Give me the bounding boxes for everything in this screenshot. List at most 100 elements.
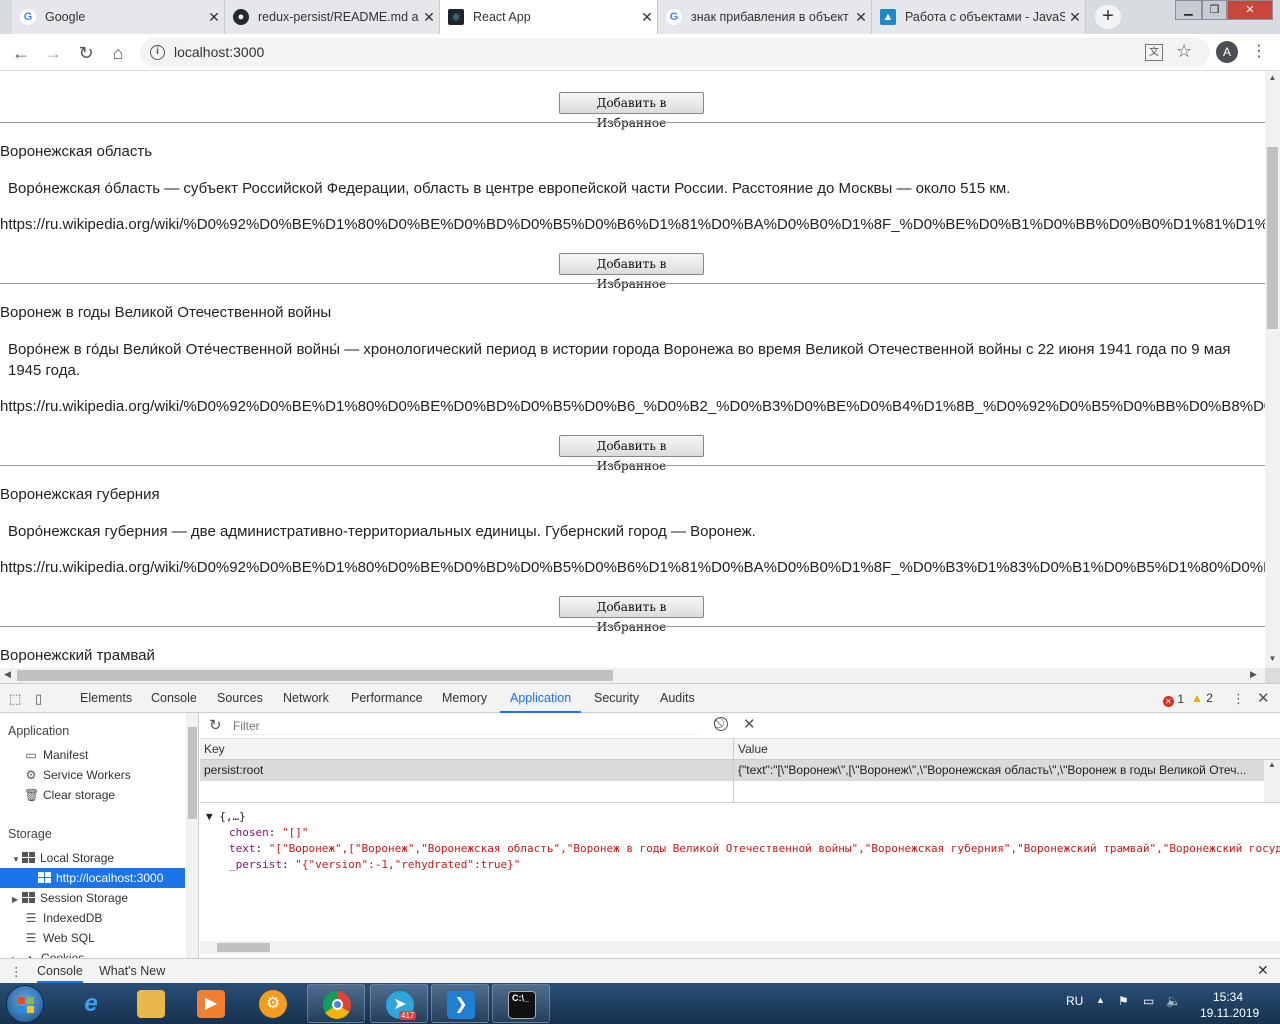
error-count-badge[interactable]: ✕ 1 (1163, 692, 1184, 707)
sidebar-scrollbar[interactable] (186, 713, 198, 959)
browser-tab-javascript-info[interactable]: ▲ Работа с объектами - JavaS ✕ (872, 0, 1086, 34)
sidebar-item-local-storage[interactable]: ▼ Local Storage (0, 848, 185, 868)
profile-avatar[interactable]: A (1216, 41, 1238, 63)
sidebar-item-web-sql[interactable]: ☰ Web SQL (0, 928, 185, 948)
scrollbar-thumb[interactable] (1267, 147, 1278, 329)
filter-input[interactable] (231, 717, 697, 735)
sidebar-item-localhost-origin[interactable]: http://localhost:3000 (0, 868, 185, 888)
volume-icon[interactable]: 🔈 (1166, 994, 1181, 1008)
expand-triangle-icon[interactable]: ▼ (12, 850, 22, 870)
forward-arrow-icon[interactable]: → (41, 41, 65, 65)
close-window-button[interactable]: ✕ (1227, 0, 1273, 20)
maximize-window-button[interactable]: ❐ (1202, 0, 1227, 20)
scroll-down-arrow-icon[interactable]: ▼ (1265, 654, 1280, 663)
preview-horizontal-scrollbar[interactable] (200, 941, 1280, 954)
site-info-icon[interactable]: i (150, 45, 165, 60)
close-icon[interactable]: ✕ (851, 9, 871, 26)
clear-all-icon[interactable]: ⃠ (714, 717, 728, 731)
preview-root[interactable]: ▼ {,…} (206, 809, 1280, 825)
browser-tab-github[interactable]: ● redux-persist/README.md a ✕ (225, 0, 440, 34)
refresh-icon[interactable]: ↻ (209, 716, 222, 734)
address-url[interactable]: localhost:3000 (174, 44, 264, 60)
taskbar-command-prompt[interactable]: C:\_ (492, 984, 550, 1023)
reload-icon[interactable]: ↻ (74, 41, 98, 65)
column-divider[interactable] (733, 739, 734, 803)
scroll-right-arrow-icon[interactable]: ▶ (1250, 669, 1257, 680)
add-to-favorites-button[interactable]: Добавить в Избранное (559, 253, 704, 291)
grid-scrollbar[interactable]: ▲ (1264, 760, 1280, 803)
browser-menu-icon[interactable]: ⋮ (1251, 41, 1267, 61)
sidebar-item-session-storage[interactable]: ▶ Session Storage (0, 888, 185, 908)
sidebar-item-clear-storage[interactable]: 🗑 Clear storage (0, 785, 185, 805)
storage-value-cell[interactable]: {"text":"[\"Воронеж\",[\"Воронеж\",\"Вор… (738, 763, 1258, 777)
language-indicator[interactable]: RU (1066, 994, 1083, 1008)
page-vertical-scrollbar[interactable]: ▲ ▼ (1265, 71, 1280, 668)
taskbar-file-explorer[interactable] (122, 984, 180, 1023)
add-to-favorites-button[interactable]: Добавить в Избранное (559, 596, 704, 634)
close-devtools-icon[interactable]: ✕ (1257, 689, 1270, 707)
close-icon[interactable]: ✕ (637, 9, 657, 26)
storage-key-cell[interactable]: persist:root (204, 763, 263, 777)
devtools-tab-network[interactable]: Network (283, 684, 329, 713)
new-tab-button[interactable]: + (1095, 5, 1121, 29)
scrollbar-thumb[interactable] (217, 943, 270, 952)
taskbar-chrome[interactable] (307, 984, 365, 1023)
devtools-tab-console[interactable]: Console (151, 684, 197, 713)
back-arrow-icon[interactable]: ← (9, 41, 33, 65)
taskbar-gear-app[interactable]: ⚙ (244, 984, 302, 1023)
drawer-tab-console[interactable]: Console (37, 964, 83, 983)
column-header-value[interactable]: Value (738, 742, 768, 756)
close-icon[interactable]: ✕ (1065, 9, 1085, 26)
page-horizontal-scrollbar[interactable]: ◀ ▶ (0, 668, 1265, 683)
column-header-key[interactable]: Key (204, 742, 225, 756)
close-drawer-icon[interactable]: ✕ (1257, 962, 1269, 979)
sidebar-item-service-workers[interactable]: ⚙ Service Workers (0, 765, 185, 785)
grid-divider[interactable] (200, 802, 1280, 803)
devtools-tab-elements[interactable]: Elements (80, 684, 132, 713)
network-icon[interactable]: ▭ (1143, 994, 1154, 1008)
scrollbar-thumb[interactable] (17, 670, 613, 681)
scroll-up-arrow-icon[interactable]: ▲ (1265, 73, 1280, 82)
minimize-window-button[interactable]: ▁ (1175, 0, 1202, 20)
clock-time[interactable]: 15:34 (1213, 990, 1243, 1004)
taskbar-media-player[interactable]: ▶ (182, 984, 240, 1023)
inspect-element-icon[interactable]: ⬚ (9, 691, 21, 707)
drawer-tab-whats-new[interactable]: What's New (99, 964, 165, 978)
device-toolbar-icon[interactable]: ▯ (35, 691, 42, 707)
devtools-tab-sources[interactable]: Sources (217, 684, 263, 713)
sidebar-item-indexeddb[interactable]: ☰ IndexedDB (0, 908, 185, 928)
home-icon[interactable]: ⌂ (106, 41, 130, 65)
delete-selected-icon[interactable]: ✕ (743, 715, 756, 733)
devtools-menu-icon[interactable]: ⋮ (1232, 691, 1245, 707)
taskbar-vscode[interactable]: ❯ (431, 984, 489, 1023)
close-icon[interactable]: ✕ (204, 9, 224, 26)
add-to-favorites-button[interactable]: Добавить в Избранное (559, 92, 704, 130)
start-button[interactable] (6, 985, 44, 1023)
devtools-tab-memory[interactable]: Memory (442, 684, 487, 713)
collapse-triangle-icon[interactable]: ▶ (12, 890, 22, 910)
close-icon[interactable]: ✕ (419, 9, 439, 26)
devtools-tab-security[interactable]: Security (594, 684, 639, 713)
clock-date[interactable]: 19.11.2019 (1200, 1006, 1259, 1020)
sidebar-item-manifest[interactable]: ▭ Manifest (0, 745, 185, 765)
address-bar[interactable]: i localhost:3000 文 ☆ (140, 38, 1210, 67)
warning-count-badge[interactable]: ▲ 2 (1191, 691, 1213, 705)
browser-tab-google[interactable]: G Google ✕ (12, 0, 225, 34)
table-row[interactable]: persist:root {"text":"[\"Воронеж\",[\"Во… (200, 760, 1264, 781)
show-hidden-icons-icon[interactable]: ▲ (1096, 995, 1105, 1005)
browser-tab-react-app[interactable]: ⚛ React App ✕ (440, 0, 658, 34)
bookmark-star-icon[interactable]: ☆ (1176, 41, 1192, 62)
taskbar-telegram[interactable]: ➤ 417 (370, 984, 428, 1023)
devtools-tab-application[interactable]: Application (500, 684, 582, 713)
action-center-flag-icon[interactable]: ⚑ (1118, 994, 1129, 1008)
taskbar-internet-explorer[interactable]: e (62, 984, 120, 1023)
scroll-left-arrow-icon[interactable]: ◀ (4, 669, 11, 680)
add-to-favorites-button[interactable]: Добавить в Избранное (559, 435, 704, 473)
browser-tab-google-search[interactable]: G знак прибавления в объект ✕ (658, 0, 872, 34)
scrollbar-thumb[interactable] (188, 727, 197, 819)
translate-icon[interactable]: 文 (1145, 44, 1163, 61)
devtools-tab-performance[interactable]: Performance (351, 684, 423, 713)
devtools-tab-audits[interactable]: Audits (660, 684, 695, 713)
drawer-menu-icon[interactable]: ⋮ (10, 964, 23, 979)
windows-logo-icon (18, 997, 34, 1013)
